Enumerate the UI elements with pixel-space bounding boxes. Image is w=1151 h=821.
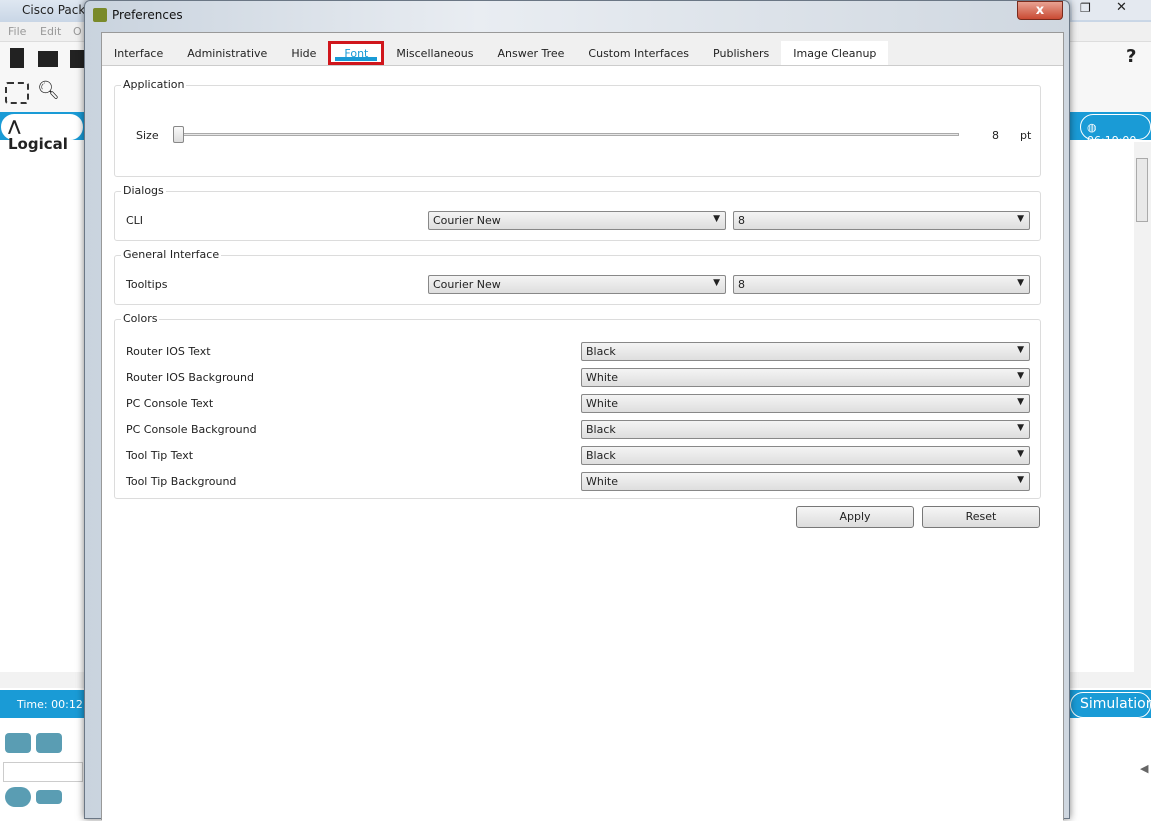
- tab-image-cleanup[interactable]: Image Cleanup: [781, 41, 889, 65]
- collapse-arrow-icon[interactable]: ◀: [1140, 762, 1148, 775]
- clock-value: 06:19:00: [1087, 134, 1137, 147]
- dropdown-arrow-icon: ▼: [1017, 345, 1024, 355]
- tab-interface[interactable]: Interface: [102, 41, 175, 65]
- app-title: Cisco Packe: [22, 3, 93, 17]
- preferences-dialog: Preferences x Interface Administrative H…: [84, 0, 1070, 821]
- switch-device-icon[interactable]: [36, 790, 62, 804]
- tab-hide[interactable]: Hide: [279, 41, 328, 65]
- dropdown-arrow-icon: ▼: [713, 214, 720, 224]
- dialog-title: Preferences: [112, 8, 183, 22]
- color-select[interactable]: White ▼: [581, 394, 1030, 413]
- application-group: Application Size 8 pt: [114, 78, 1041, 177]
- size-value: 8: [992, 129, 999, 142]
- color-select[interactable]: White ▼: [581, 368, 1030, 387]
- tab-administrative[interactable]: Administrative: [175, 41, 279, 65]
- application-title: Application: [121, 78, 187, 91]
- tooltips-label: Tooltips: [126, 278, 168, 291]
- dialog-body: Interface Administrative Hide Font Misce…: [101, 32, 1064, 821]
- dropdown-arrow-icon: ▼: [1017, 278, 1024, 288]
- colors-title: Colors: [121, 312, 160, 325]
- dropdown-arrow-icon: ▼: [1017, 371, 1024, 381]
- time-label: Time: 00:12:5: [17, 698, 94, 711]
- device-search-field[interactable]: [3, 762, 83, 782]
- tab-publishers[interactable]: Publishers: [701, 41, 781, 65]
- reset-button[interactable]: Reset: [922, 506, 1040, 528]
- globe-icon: ◍: [1087, 121, 1097, 134]
- tab-miscellaneous[interactable]: Miscellaneous: [384, 41, 485, 65]
- color-row-label: Router IOS Background: [126, 371, 254, 384]
- color-row-label: PC Console Background: [126, 423, 257, 436]
- menu-file[interactable]: File: [8, 25, 26, 38]
- router-device-icon[interactable]: [5, 787, 31, 807]
- app-logo-icon: [93, 8, 107, 22]
- apply-button[interactable]: Apply: [796, 506, 914, 528]
- close-button[interactable]: x: [1017, 1, 1063, 20]
- dropdown-arrow-icon: ▼: [1017, 423, 1024, 433]
- colors-group: Colors Router IOS Text Black ▼ Router IOS …: [114, 312, 1041, 499]
- help-icon[interactable]: ?: [1126, 46, 1136, 67]
- dialogs-group: Dialogs CLI Courier New ▼ 8 ▼: [114, 184, 1041, 241]
- new-file-icon[interactable]: [10, 48, 24, 68]
- color-select[interactable]: Black ▼: [581, 420, 1030, 439]
- tab-bar: Interface Administrative Hide Font Misce…: [102, 41, 889, 65]
- window-controls: ❐ ✕: [1072, 0, 1151, 20]
- size-label: Size: [136, 129, 159, 142]
- cli-label: CLI: [126, 214, 144, 227]
- general-interface-group: General Interface Tooltips Courier New ▼ …: [114, 248, 1041, 305]
- save-icon[interactable]: [70, 50, 84, 68]
- dialogs-title: Dialogs: [121, 184, 166, 197]
- select-icon[interactable]: [5, 82, 29, 104]
- search-icon[interactable]: 🔍︎: [37, 80, 60, 101]
- color-select[interactable]: Black ▼: [581, 446, 1030, 465]
- dropdown-arrow-icon: ▼: [1017, 397, 1024, 407]
- menu-edit[interactable]: Edit: [40, 25, 61, 38]
- open-folder-icon[interactable]: [38, 51, 58, 67]
- cli-font-select[interactable]: Courier New ▼: [428, 211, 726, 230]
- restore-icon[interactable]: ❐: [1080, 1, 1091, 15]
- vertical-scrollbar[interactable]: [1134, 142, 1151, 672]
- tab-font[interactable]: Font: [328, 41, 385, 65]
- tab-answer-tree[interactable]: Answer Tree: [485, 41, 576, 65]
- cli-size-select[interactable]: 8 ▼: [733, 211, 1030, 230]
- dropdown-arrow-icon: ▼: [1017, 449, 1024, 459]
- close-app-icon[interactable]: ✕: [1116, 0, 1127, 15]
- simulation-tab[interactable]: Simulation: [1070, 692, 1151, 718]
- tab-custom-interfaces[interactable]: Custom Interfaces: [576, 41, 701, 65]
- logical-tab[interactable]: ⋀ Logical: [1, 114, 83, 153]
- logical-icon: ⋀: [8, 117, 21, 135]
- color-row-label: Tool Tip Text: [126, 449, 194, 462]
- font-panel: Application Size 8 pt Dialogs CLI Courie…: [102, 65, 1063, 821]
- end-devices-category-icon[interactable]: [36, 733, 62, 753]
- clock-pill[interactable]: ◍ 06:19:00: [1080, 114, 1151, 147]
- logical-label: Logical: [8, 135, 68, 153]
- general-interface-title: General Interface: [121, 248, 222, 261]
- size-slider-thumb[interactable]: [173, 126, 184, 143]
- color-select[interactable]: White ▼: [581, 472, 1030, 491]
- color-row-label: Router IOS Text: [126, 345, 211, 358]
- color-row-label: Tool Tip Background: [126, 475, 237, 488]
- dropdown-arrow-icon: ▼: [1017, 214, 1024, 224]
- dropdown-arrow-icon: ▼: [1017, 475, 1024, 485]
- selected-tab-indicator: [335, 57, 378, 61]
- size-unit: pt: [1020, 129, 1032, 142]
- tooltips-size-select[interactable]: 8 ▼: [733, 275, 1030, 294]
- menu-options[interactable]: O: [73, 25, 82, 38]
- dropdown-arrow-icon: ▼: [713, 278, 720, 288]
- tooltips-font-select[interactable]: Courier New ▼: [428, 275, 726, 294]
- color-select[interactable]: Black ▼: [581, 342, 1030, 361]
- size-slider-track[interactable]: [177, 133, 959, 136]
- routers-category-icon[interactable]: [5, 733, 31, 753]
- color-row-label: PC Console Text: [126, 397, 214, 410]
